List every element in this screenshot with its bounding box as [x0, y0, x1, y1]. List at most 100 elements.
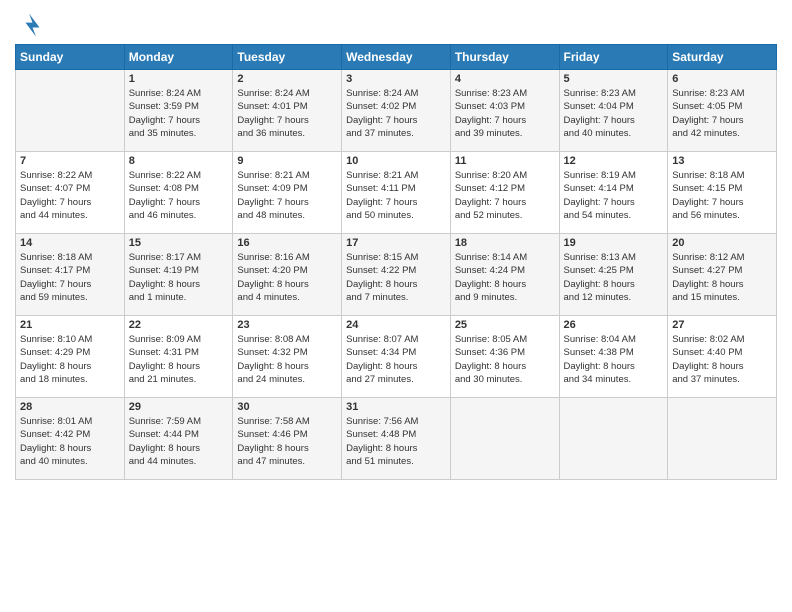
calendar-cell: [16, 70, 125, 152]
calendar-cell: 5 Sunrise: 8:23 AMSunset: 4:04 PMDaylight…: [559, 70, 668, 152]
day-info: Sunrise: 7:58 AMSunset: 4:46 PMDaylight:…: [237, 415, 337, 468]
day-info: Sunrise: 8:02 AMSunset: 4:40 PMDaylight:…: [672, 333, 772, 386]
day-info: Sunrise: 8:09 AMSunset: 4:31 PMDaylight:…: [129, 333, 229, 386]
day-info: Sunrise: 8:16 AMSunset: 4:20 PMDaylight:…: [237, 251, 337, 304]
day-number: 16: [237, 237, 337, 249]
day-number: 17: [346, 237, 446, 249]
header-cell-friday: Friday: [559, 45, 668, 70]
calendar-body: 1 Sunrise: 8:24 AMSunset: 3:59 PMDaylight…: [16, 70, 777, 480]
day-info: Sunrise: 8:23 AMSunset: 4:03 PMDaylight:…: [455, 87, 555, 140]
week-row-3: 14 Sunrise: 8:18 AMSunset: 4:17 PMDayligh…: [16, 234, 777, 316]
day-number: 26: [564, 319, 664, 331]
week-row-4: 21 Sunrise: 8:10 AMSunset: 4:29 PMDayligh…: [16, 316, 777, 398]
day-info: Sunrise: 8:24 AMSunset: 4:01 PMDaylight:…: [237, 87, 337, 140]
calendar-cell: 13 Sunrise: 8:18 AMSunset: 4:15 PMDayligh…: [668, 152, 777, 234]
header-cell-tuesday: Tuesday: [233, 45, 342, 70]
day-number: 18: [455, 237, 555, 249]
calendar-cell: 8Sunrise: 8:22 AMSunset: 4:08 PMDaylight…: [124, 152, 233, 234]
day-number: 6: [672, 73, 772, 85]
day-info: Sunrise: 8:18 AMSunset: 4:15 PMDaylight:…: [672, 169, 772, 222]
calendar-cell: 7 Sunrise: 8:22 AMSunset: 4:07 PMDaylight…: [16, 152, 125, 234]
calendar-cell: 17Sunrise: 8:15 AMSunset: 4:22 PMDayligh…: [342, 234, 451, 316]
day-number: 15: [129, 237, 229, 249]
day-number: 1: [129, 73, 229, 85]
header-cell-thursday: Thursday: [450, 45, 559, 70]
day-number: 11: [455, 155, 555, 167]
calendar-table: SundayMondayTuesdayWednesdayThursdayFrid…: [15, 44, 777, 480]
day-info: Sunrise: 8:19 AMSunset: 4:14 PMDaylight:…: [564, 169, 664, 222]
day-info: Sunrise: 8:14 AMSunset: 4:24 PMDaylight:…: [455, 251, 555, 304]
calendar-cell: 25 Sunrise: 8:05 AMSunset: 4:36 PMDayligh…: [450, 316, 559, 398]
day-info: Sunrise: 8:22 AMSunset: 4:08 PMDaylight:…: [129, 169, 229, 222]
calendar-cell: 23 Sunrise: 8:08 AMSunset: 4:32 PMDayligh…: [233, 316, 342, 398]
day-info: Sunrise: 8:24 AMSunset: 3:59 PMDaylight:…: [129, 87, 229, 140]
day-number: 20: [672, 237, 772, 249]
calendar-cell: 14 Sunrise: 8:18 AMSunset: 4:17 PMDayligh…: [16, 234, 125, 316]
logo-icon: [15, 10, 43, 38]
day-info: Sunrise: 8:12 AMSunset: 4:27 PMDaylight:…: [672, 251, 772, 304]
calendar-cell: 31 Sunrise: 7:56 AMSunset: 4:48 PMDayligh…: [342, 398, 451, 480]
calendar-cell: 29 Sunrise: 7:59 AMSunset: 4:44 PMDayligh…: [124, 398, 233, 480]
day-info: Sunrise: 8:23 AMSunset: 4:04 PMDaylight:…: [564, 87, 664, 140]
day-number: 31: [346, 401, 446, 413]
day-info: Sunrise: 8:08 AMSunset: 4:32 PMDaylight:…: [237, 333, 337, 386]
day-info: Sunrise: 8:23 AMSunset: 4:05 PMDaylight:…: [672, 87, 772, 140]
calendar-cell: 26Sunrise: 8:04 AMSunset: 4:38 PMDayligh…: [559, 316, 668, 398]
day-info: Sunrise: 8:21 AMSunset: 4:11 PMDaylight:…: [346, 169, 446, 222]
day-number: 14: [20, 237, 120, 249]
calendar-cell: 6 Sunrise: 8:23 AMSunset: 4:05 PMDaylight…: [668, 70, 777, 152]
day-info: Sunrise: 8:22 AMSunset: 4:07 PMDaylight:…: [20, 169, 120, 222]
calendar-cell: 2 Sunrise: 8:24 AMSunset: 4:01 PMDaylight…: [233, 70, 342, 152]
day-number: 3: [346, 73, 446, 85]
calendar-cell: [668, 398, 777, 480]
page-header: [15, 10, 777, 38]
day-info: Sunrise: 8:20 AMSunset: 4:12 PMDaylight:…: [455, 169, 555, 222]
header-cell-monday: Monday: [124, 45, 233, 70]
day-info: Sunrise: 8:21 AMSunset: 4:09 PMDaylight:…: [237, 169, 337, 222]
week-row-2: 7 Sunrise: 8:22 AMSunset: 4:07 PMDaylight…: [16, 152, 777, 234]
calendar-header: SundayMondayTuesdayWednesdayThursdayFrid…: [16, 45, 777, 70]
day-info: Sunrise: 8:07 AMSunset: 4:34 PMDaylight:…: [346, 333, 446, 386]
day-number: 2: [237, 73, 337, 85]
day-number: 28: [20, 401, 120, 413]
day-info: Sunrise: 8:18 AMSunset: 4:17 PMDaylight:…: [20, 251, 120, 304]
day-info: Sunrise: 8:10 AMSunset: 4:29 PMDaylight:…: [20, 333, 120, 386]
calendar-cell: [450, 398, 559, 480]
day-info: Sunrise: 8:17 AMSunset: 4:19 PMDaylight:…: [129, 251, 229, 304]
calendar-cell: 28 Sunrise: 8:01 AMSunset: 4:42 PMDayligh…: [16, 398, 125, 480]
day-number: 25: [455, 319, 555, 331]
day-number: 29: [129, 401, 229, 413]
calendar-cell: 4 Sunrise: 8:23 AMSunset: 4:03 PMDaylight…: [450, 70, 559, 152]
calendar-cell: 15 Sunrise: 8:17 AMSunset: 4:19 PMDayligh…: [124, 234, 233, 316]
calendar-cell: 30 Sunrise: 7:58 AMSunset: 4:46 PMDayligh…: [233, 398, 342, 480]
calendar-cell: 3Sunrise: 8:24 AMSunset: 4:02 PMDaylight…: [342, 70, 451, 152]
day-info: Sunrise: 8:01 AMSunset: 4:42 PMDaylight:…: [20, 415, 120, 468]
day-number: 7: [20, 155, 120, 167]
day-number: 23: [237, 319, 337, 331]
day-number: 5: [564, 73, 664, 85]
header-cell-sunday: Sunday: [16, 45, 125, 70]
day-number: 22: [129, 319, 229, 331]
header-cell-saturday: Saturday: [668, 45, 777, 70]
header-cell-wednesday: Wednesday: [342, 45, 451, 70]
day-number: 27: [672, 319, 772, 331]
calendar-cell: 24 Sunrise: 8:07 AMSunset: 4:34 PMDayligh…: [342, 316, 451, 398]
day-number: 21: [20, 319, 120, 331]
day-info: Sunrise: 8:05 AMSunset: 4:36 PMDaylight:…: [455, 333, 555, 386]
day-info: Sunrise: 8:13 AMSunset: 4:25 PMDaylight:…: [564, 251, 664, 304]
logo: [15, 10, 47, 38]
day-number: 9: [237, 155, 337, 167]
header-row: SundayMondayTuesdayWednesdayThursdayFrid…: [16, 45, 777, 70]
day-number: 24: [346, 319, 446, 331]
day-info: Sunrise: 7:59 AMSunset: 4:44 PMDaylight:…: [129, 415, 229, 468]
calendar-cell: 16 Sunrise: 8:16 AMSunset: 4:20 PMDayligh…: [233, 234, 342, 316]
day-number: 30: [237, 401, 337, 413]
calendar-cell: [559, 398, 668, 480]
week-row-1: 1 Sunrise: 8:24 AMSunset: 3:59 PMDaylight…: [16, 70, 777, 152]
day-info: Sunrise: 7:56 AMSunset: 4:48 PMDaylight:…: [346, 415, 446, 468]
calendar-cell: 19Sunrise: 8:13 AMSunset: 4:25 PMDayligh…: [559, 234, 668, 316]
day-number: 4: [455, 73, 555, 85]
day-number: 12: [564, 155, 664, 167]
calendar-cell: 11 Sunrise: 8:20 AMSunset: 4:12 PMDayligh…: [450, 152, 559, 234]
day-number: 13: [672, 155, 772, 167]
